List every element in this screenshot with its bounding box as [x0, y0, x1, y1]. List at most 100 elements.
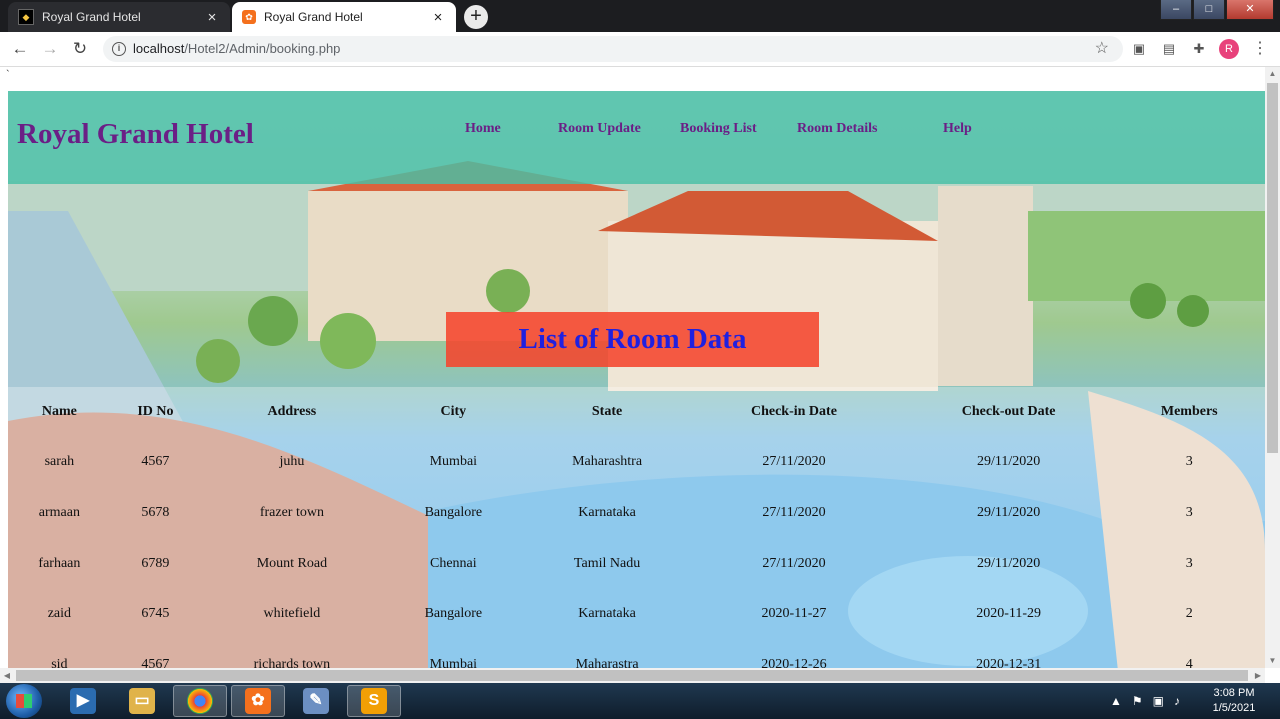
browser-titlebar: ◆ Royal Grand Hotel × ✿ Royal Grand Hote… — [0, 0, 1280, 32]
back-arrow-icon[interactable]: ← — [8, 38, 32, 60]
vertical-scrollbar[interactable]: ▲ ▼ — [1265, 67, 1280, 668]
url-host: localhost — [133, 41, 185, 56]
cell-members: 3 — [1185, 505, 1193, 521]
window-controls: – □ ✕ — [1159, 0, 1274, 20]
extension-selenium-icon[interactable]: ▤ — [1159, 39, 1179, 59]
cell-id: 4567 — [141, 657, 170, 668]
bookmark-star-icon[interactable]: ☆ — [1095, 36, 1109, 62]
browser-tab[interactable]: ◆ Royal Grand Hotel × — [8, 2, 230, 32]
extension-camera-icon[interactable]: ▣ — [1129, 39, 1149, 59]
tab-title: Royal Grand Hotel — [264, 10, 363, 24]
resort-background: Royal Grand Hotel Home Room Update Booki… — [8, 91, 1265, 668]
new-tab-button[interactable]: + — [464, 5, 488, 29]
booking-table-container: Name ID No Address City State Check-in D… — [8, 387, 1265, 668]
cell-checkin: 27/11/2020 — [762, 555, 826, 571]
nav-room-details[interactable]: Room Details — [797, 121, 878, 137]
cell-name: armaan — [38, 505, 80, 521]
sublime-text-icon: S — [361, 688, 387, 714]
browser-tab-active[interactable]: ✿ Royal Grand Hotel × — [232, 2, 456, 32]
system-tray: ▲ ⚑ ▣ ♪ — [1110, 683, 1190, 719]
action-center-flag-icon[interactable]: ⚑ — [1132, 694, 1143, 708]
cell-name: sid — [51, 657, 68, 668]
xampp-favicon-icon: ✿ — [242, 10, 256, 24]
table-row: farhaan 6789 Mount Road Chennai Tamil Na… — [8, 538, 1258, 589]
taskbar-file-explorer[interactable]: ▭ — [115, 685, 169, 717]
scroll-right-icon[interactable]: ▶ — [1251, 668, 1265, 683]
windows-logo-icon — [16, 694, 32, 708]
hotel-favicon-icon: ◆ — [18, 9, 34, 25]
cell-city: Bangalore — [424, 505, 483, 521]
scroll-left-icon[interactable]: ◀ — [0, 668, 14, 683]
nav-booking-list[interactable]: Booking List — [680, 121, 757, 137]
cell-name: farhaan — [38, 555, 81, 571]
cell-city: Bangalore — [424, 606, 483, 622]
column-header: ID No — [137, 404, 174, 419]
cell-checkout: 29/11/2020 — [977, 505, 1041, 521]
cell-id: 6789 — [141, 555, 170, 571]
paint-icon: ✎ — [303, 688, 329, 714]
windows-taskbar: ▶ ▭ ✿ ✎ S ▲ ⚑ ▣ ♪ 3:08 PM 1/5/2021 — [0, 683, 1280, 719]
cell-city: Chennai — [430, 555, 477, 571]
cell-city: Mumbai — [429, 454, 478, 470]
system-clock[interactable]: 3:08 PM 1/5/2021 — [1205, 686, 1263, 716]
column-header: Name — [41, 404, 77, 419]
cell-address: frazer town — [259, 505, 324, 521]
network-icon[interactable]: ▣ — [1153, 694, 1164, 708]
horizontal-scrollbar[interactable]: ◀ ▶ — [0, 668, 1265, 683]
cell-id: 4567 — [141, 454, 170, 470]
taskbar-paint[interactable]: ✎ — [289, 685, 343, 717]
clock-date: 1/5/2021 — [1212, 702, 1256, 714]
scroll-up-icon[interactable]: ▲ — [1265, 67, 1280, 81]
start-button[interactable] — [6, 684, 42, 718]
table-row: sid 4567 richards town Mumbai Maharastra… — [8, 640, 1258, 668]
volume-icon[interactable]: ♪ — [1174, 694, 1180, 708]
maximize-button[interactable]: □ — [1193, 0, 1225, 20]
close-window-button[interactable]: ✕ — [1226, 0, 1274, 20]
site-info-icon[interactable]: i — [112, 42, 126, 56]
cell-address: juhu — [279, 454, 305, 470]
cell-state: Karnataka — [578, 505, 636, 521]
taskbar-chrome[interactable] — [173, 685, 227, 717]
cell-checkin: 27/11/2020 — [762, 454, 826, 470]
table-row: armaan 5678 frazer town Bangalore Karnat… — [8, 488, 1258, 539]
nav-room-update[interactable]: Room Update — [558, 121, 641, 137]
profile-avatar[interactable]: R — [1219, 39, 1239, 59]
xampp-icon: ✿ — [245, 688, 271, 714]
chrome-icon — [187, 688, 213, 714]
nav-home[interactable]: Home — [465, 121, 501, 137]
site-brand[interactable]: Royal Grand Hotel — [17, 118, 254, 151]
taskbar-sublime-text[interactable]: S — [347, 685, 401, 717]
extensions-puzzle-icon[interactable]: ✚ — [1189, 39, 1209, 59]
site-header: Royal Grand Hotel Home Room Update Booki… — [8, 91, 1265, 184]
scroll-down-icon[interactable]: ▼ — [1265, 654, 1280, 668]
minimize-button[interactable]: – — [1160, 0, 1192, 20]
cell-id: 6745 — [141, 606, 170, 622]
forward-arrow-icon[interactable]: → — [38, 38, 62, 60]
stray-text: ` — [6, 69, 10, 81]
cell-address: whitefield — [263, 606, 321, 622]
folder-icon: ▭ — [129, 688, 155, 714]
tab-close-icon[interactable]: × — [204, 9, 220, 26]
nav-help[interactable]: Help — [943, 121, 972, 137]
taskbar-media-player[interactable]: ▶ — [56, 685, 110, 717]
tray-expand-icon[interactable]: ▲ — [1110, 694, 1122, 708]
url-path: /Hotel2/Admin/booking.php — [184, 41, 341, 56]
horizontal-scroll-thumb[interactable] — [16, 670, 1248, 681]
vertical-scroll-thumb[interactable] — [1267, 83, 1278, 453]
address-bar[interactable]: i localhost/Hotel2/Admin/booking.php ☆ — [103, 36, 1123, 62]
page-title: List of Room Data — [518, 323, 747, 355]
menu-kebab-icon[interactable]: ⋮ — [1252, 39, 1268, 59]
tab-close-icon[interactable]: × — [430, 9, 446, 26]
cell-state: Maharashtra — [572, 454, 643, 470]
taskbar-xampp[interactable]: ✿ — [231, 685, 285, 717]
column-header: State — [591, 404, 623, 419]
cell-members: 2 — [1185, 606, 1193, 622]
column-header: Address — [267, 404, 317, 419]
cell-checkout: 2020-11-29 — [976, 606, 1042, 622]
cell-members: 4 — [1185, 657, 1193, 668]
table-header-row: Name ID No Address City State Check-in D… — [8, 387, 1258, 437]
cell-members: 3 — [1185, 454, 1193, 470]
media-player-icon: ▶ — [70, 688, 96, 714]
cell-checkin: 2020-11-27 — [761, 606, 827, 622]
reload-icon[interactable]: ↻ — [68, 38, 92, 60]
